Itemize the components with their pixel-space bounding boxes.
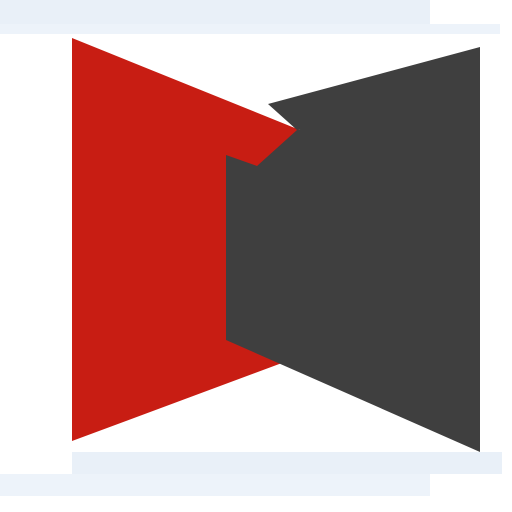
logo-graphic bbox=[72, 38, 480, 452]
dark-frame bbox=[226, 47, 480, 452]
logo-canvas bbox=[0, 0, 512, 512]
